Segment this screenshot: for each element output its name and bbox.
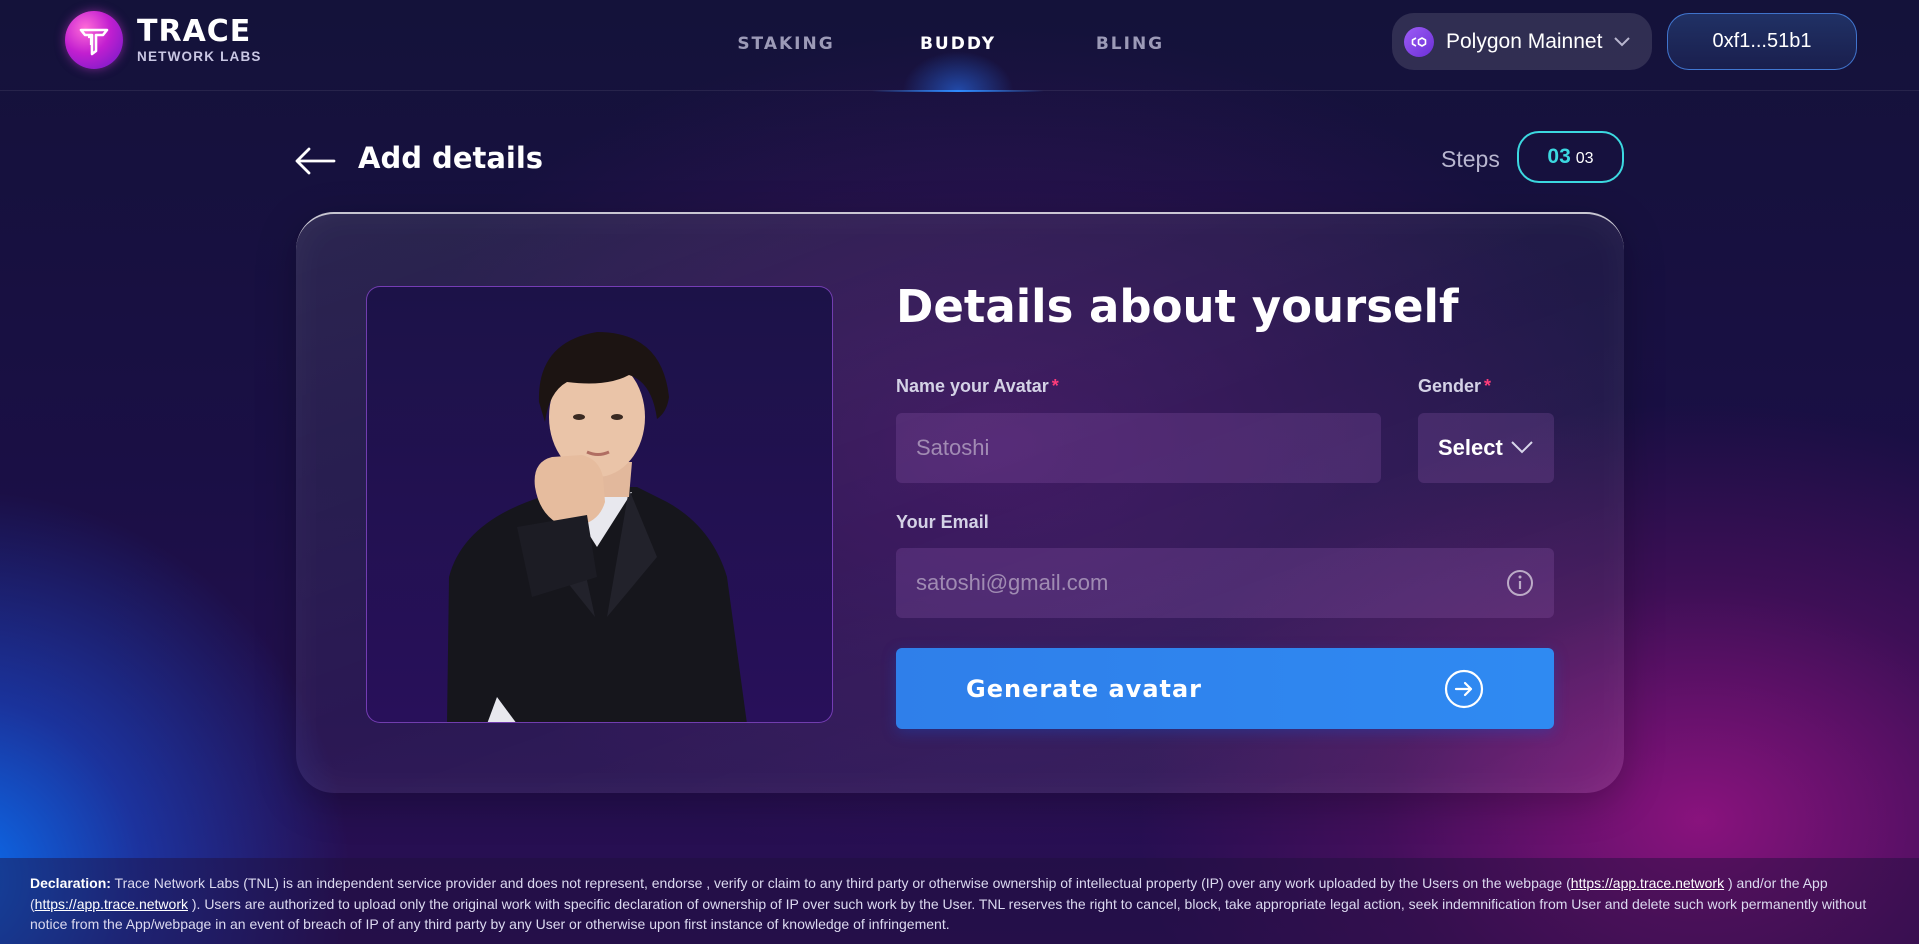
network-label: Polygon Mainnet bbox=[1446, 29, 1603, 53]
page-title: Add details bbox=[358, 141, 544, 175]
gender-select[interactable]: Select bbox=[1418, 413, 1554, 483]
person-photo-illustration bbox=[447, 332, 747, 722]
network-selector[interactable]: Polygon Mainnet bbox=[1392, 13, 1652, 70]
required-marker: * bbox=[1484, 376, 1492, 396]
email-label: Your Email bbox=[896, 512, 989, 532]
generate-avatar-label: Generate avatar bbox=[966, 674, 1203, 703]
email-placeholder: satoshi@gmail.com bbox=[916, 570, 1109, 595]
generate-avatar-button[interactable]: Generate avatar bbox=[896, 648, 1554, 729]
form-title: Details about yourself bbox=[896, 280, 1459, 333]
required-marker: * bbox=[1051, 376, 1059, 396]
declaration-text-1: Trace Network Labs (TNL) is an independe… bbox=[110, 875, 1571, 891]
declaration-footer: Declaration: Trace Network Labs (TNL) is… bbox=[0, 858, 1919, 944]
steps-current: 03 bbox=[1547, 145, 1571, 168]
steps-label: Steps bbox=[1441, 146, 1500, 172]
name-label: Name your Avatar * bbox=[896, 376, 1059, 397]
avatar-name-input[interactable]: Satoshi bbox=[896, 413, 1381, 483]
arrow-right-circle-icon bbox=[1444, 669, 1484, 709]
trace-logo-icon bbox=[65, 11, 123, 69]
chevron-down-icon bbox=[1614, 36, 1631, 46]
back-arrow-icon[interactable] bbox=[294, 145, 336, 177]
declaration-link-app[interactable]: https://app.trace.network bbox=[35, 896, 188, 912]
details-card: Details about yourself Name your Avatar *… bbox=[296, 212, 1624, 793]
declaration-link-webpage[interactable]: https://app.trace.network bbox=[1571, 875, 1724, 891]
info-icon[interactable] bbox=[1506, 569, 1534, 597]
steps-total: 03 bbox=[1575, 149, 1594, 167]
name-label-text: Name your Avatar bbox=[896, 376, 1049, 396]
steps-badge: 03 03 bbox=[1517, 131, 1624, 183]
nav-tab-buddy[interactable]: BUDDY bbox=[872, 0, 1044, 92]
declaration-text-3: ). Users are authorized to upload only t… bbox=[30, 895, 1867, 933]
polygon-icon bbox=[1404, 26, 1434, 57]
brand-logo[interactable]: TRACE NETWORK LABS bbox=[65, 11, 262, 69]
gender-label-text: Gender bbox=[1418, 376, 1482, 396]
brand-title: TRACE bbox=[137, 13, 252, 49]
gender-label: Gender * bbox=[1418, 376, 1491, 397]
nav-tab-bling[interactable]: BLING bbox=[1044, 0, 1216, 91]
main-nav: STAKING BUDDY BLING bbox=[700, 0, 1216, 92]
avatar-photo bbox=[366, 286, 833, 723]
chevron-down-icon bbox=[1511, 441, 1533, 454]
nav-tab-staking[interactable]: STAKING bbox=[700, 0, 872, 91]
email-input[interactable]: satoshi@gmail.com bbox=[896, 548, 1554, 618]
gender-select-value: Select bbox=[1438, 435, 1503, 460]
wallet-address-button[interactable]: 0xf1...51b1 bbox=[1667, 13, 1857, 70]
declaration-lead: Declaration: bbox=[30, 875, 111, 891]
brand-subtitle: NETWORK LABS bbox=[137, 48, 262, 64]
top-navbar: TRACE NETWORK LABS STAKING BUDDY BLING P… bbox=[0, 0, 1919, 92]
